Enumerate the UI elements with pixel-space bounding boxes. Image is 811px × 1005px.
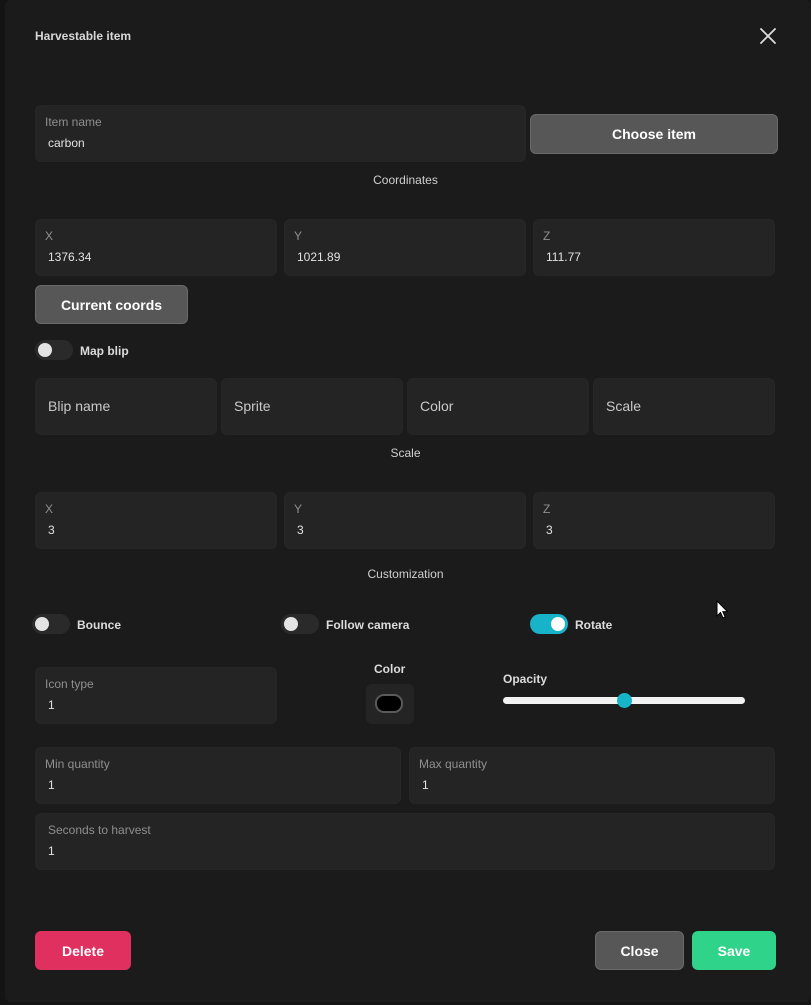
opacity-slider-thumb[interactable] xyxy=(617,693,632,708)
max-quantity-field[interactable]: Max quantity 1 xyxy=(409,747,775,804)
scale-heading: Scale xyxy=(390,446,421,460)
coord-y-value: 1021.89 xyxy=(297,250,341,264)
scale-z-value: 3 xyxy=(546,523,553,537)
blip-name-input[interactable]: Blip name xyxy=(35,378,217,435)
scale-z-label: Z xyxy=(543,502,551,516)
min-quantity-value: 1 xyxy=(48,778,55,792)
item-name-field[interactable]: Item name carbon xyxy=(35,105,526,162)
rotate-toggle[interactable] xyxy=(530,614,568,634)
follow-camera-label: Follow camera xyxy=(326,618,410,632)
icon-type-field[interactable]: Icon type 1 xyxy=(35,667,277,724)
mouse-cursor-icon xyxy=(716,600,729,619)
blip-name-placeholder: Blip name xyxy=(48,398,111,414)
current-coords-button[interactable]: Current coords xyxy=(35,285,188,324)
coord-x-value: 1376.34 xyxy=(48,250,92,264)
dialog-title: Harvestable item xyxy=(35,29,132,43)
save-button[interactable]: Save xyxy=(692,931,776,970)
max-quantity-value: 1 xyxy=(422,778,429,792)
map-blip-label: Map blip xyxy=(80,344,129,358)
bounce-label: Bounce xyxy=(77,618,122,632)
scale-x-field[interactable]: X 3 xyxy=(35,492,277,549)
coord-x-label: X xyxy=(45,229,54,243)
scale-y-field[interactable]: Y 3 xyxy=(284,492,526,549)
color-picker xyxy=(366,684,414,724)
follow-camera-toggle[interactable] xyxy=(281,614,319,634)
close-icon[interactable] xyxy=(757,25,779,47)
choose-item-button[interactable]: Choose item xyxy=(530,114,778,154)
toggle-knob xyxy=(35,617,49,631)
blip-color-placeholder: Color xyxy=(420,398,454,414)
seconds-to-harvest-value: 1 xyxy=(48,844,55,858)
scale-y-label: Y xyxy=(294,502,303,516)
bounce-toggle[interactable] xyxy=(32,614,70,634)
scale-y-value: 3 xyxy=(297,523,304,537)
seconds-to-harvest-field[interactable]: Seconds to harvest 1 xyxy=(35,813,775,870)
sprite-placeholder: Sprite xyxy=(234,398,271,414)
item-name-value: carbon xyxy=(48,136,85,150)
delete-button[interactable]: Delete xyxy=(35,931,131,970)
coord-z-value: 111.77 xyxy=(546,250,581,264)
scale-x-label: X xyxy=(45,502,54,516)
rotate-label: Rotate xyxy=(575,618,613,632)
close-button[interactable]: Close xyxy=(595,931,684,970)
customization-heading: Customization xyxy=(367,567,444,581)
blip-scale-placeholder: Scale xyxy=(606,398,642,414)
icon-type-value: 1 xyxy=(48,698,55,712)
scale-x-value: 3 xyxy=(48,523,55,537)
max-quantity-label: Max quantity xyxy=(419,757,488,771)
seconds-to-harvest-label: Seconds to harvest xyxy=(48,823,151,837)
opacity-slider[interactable] xyxy=(503,693,745,708)
item-name-label: Item name xyxy=(45,115,102,129)
toggle-knob xyxy=(38,343,52,357)
coord-z-label: Z xyxy=(543,229,551,243)
coord-y-field[interactable]: Y 1021.89 xyxy=(284,219,526,276)
coord-y-label: Y xyxy=(294,229,303,243)
coord-x-field[interactable]: X 1376.34 xyxy=(35,219,277,276)
blip-color-input[interactable]: Color xyxy=(407,378,589,435)
min-quantity-field[interactable]: Min quantity 1 xyxy=(35,747,401,804)
blip-scale-input[interactable]: Scale xyxy=(593,378,775,435)
map-blip-toggle[interactable] xyxy=(35,340,73,360)
color-label: Color xyxy=(374,662,406,676)
opacity-label: Opacity xyxy=(503,672,548,686)
min-quantity-label: Min quantity xyxy=(45,757,110,771)
scale-z-field[interactable]: Z 3 xyxy=(533,492,775,549)
toggle-knob xyxy=(551,617,565,631)
icon-type-label: Icon type xyxy=(45,677,94,691)
coordinates-heading: Coordinates xyxy=(373,173,438,187)
coord-z-field[interactable]: Z 111.77 xyxy=(533,219,775,276)
color-swatch[interactable] xyxy=(375,694,403,713)
sprite-input[interactable]: Sprite xyxy=(221,378,403,435)
toggle-knob xyxy=(284,617,298,631)
